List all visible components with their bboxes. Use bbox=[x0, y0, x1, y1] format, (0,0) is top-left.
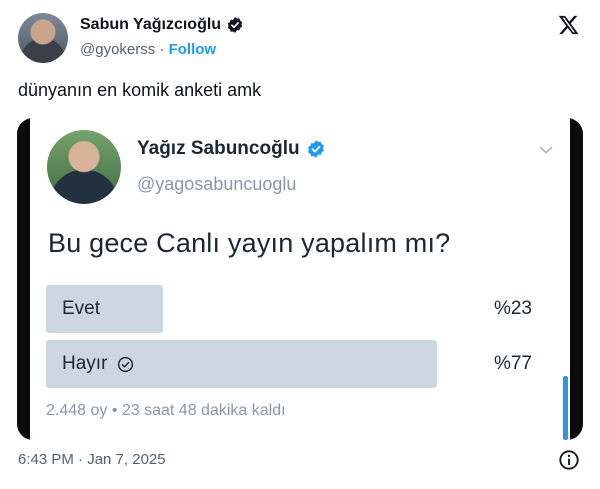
poll-option-text: Evet bbox=[62, 298, 101, 319]
verified-badge-icon bbox=[227, 17, 243, 33]
author-avatar[interactable] bbox=[18, 13, 68, 63]
x-logo-icon[interactable] bbox=[558, 14, 580, 36]
poll-question: Bu gece Canlı yayın yapalım mı? bbox=[48, 228, 451, 258]
author-name[interactable]: Sabun Yağızcıoğlu bbox=[80, 16, 221, 34]
scrollbar bbox=[563, 376, 568, 440]
poll-option-percent: %77 bbox=[493, 353, 532, 374]
tweet-timestamp[interactable]: 6:43 PM · Jan 7, 2025 bbox=[18, 451, 166, 468]
handle-row: @gyokerss · Follow bbox=[80, 41, 216, 58]
poll-option-text: Hayır bbox=[62, 353, 108, 374]
poll-meta: 2.448 oy • 23 saat 48 dakika kaldı bbox=[46, 402, 286, 419]
chevron-down-icon bbox=[539, 146, 553, 154]
poll-option-label: Evet bbox=[62, 298, 100, 320]
check-circle-icon bbox=[118, 356, 134, 372]
embedded-author-handle: @yagosabuncuoglu bbox=[137, 174, 297, 194]
embedded-author-name: Yağız Sabuncoğlu bbox=[137, 138, 300, 159]
embedded-tweet-card: Yağız Sabuncoğlu @yagosabuncuoglu Bu gec… bbox=[30, 118, 570, 440]
tweet-text: dünyanın en komik anketi amk bbox=[18, 80, 262, 100]
poll-option-label: Hayır bbox=[62, 353, 134, 375]
info-icon[interactable] bbox=[558, 449, 580, 471]
author-name-row[interactable]: Sabun Yağızcıoğlu bbox=[80, 16, 244, 34]
verified-badge-icon bbox=[307, 140, 324, 158]
embedded-author-avatar bbox=[47, 130, 121, 204]
tweet-media[interactable]: Yağız Sabuncoğlu @yagosabuncuoglu Bu gec… bbox=[17, 118, 583, 440]
poll-option-percent: %23 bbox=[493, 298, 532, 319]
author-handle[interactable]: @gyokerss bbox=[80, 41, 155, 58]
separator: · bbox=[155, 41, 169, 58]
follow-button[interactable]: Follow bbox=[169, 41, 217, 58]
embedded-author-name-row: Yağız Sabuncoğlu bbox=[137, 138, 326, 160]
